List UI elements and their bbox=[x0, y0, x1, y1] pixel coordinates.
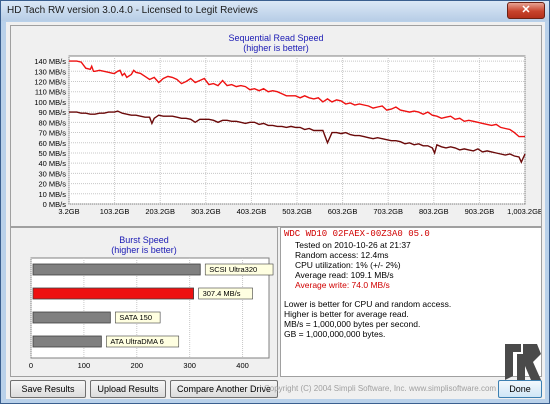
app-window: HD Tach RW version 3.0.4.0 - Licensed to… bbox=[0, 0, 550, 404]
compare-another-drive-button[interactable]: Compare Another Drive bbox=[170, 380, 278, 398]
burst-x-tick-label: 300 bbox=[183, 361, 196, 370]
seq-y-tick-label: 10 MB/s bbox=[38, 190, 66, 199]
tested-date: Tested on 2010-10-26 at 21:37 bbox=[295, 240, 411, 250]
seq-y-tick-label: 130 MB/s bbox=[34, 67, 66, 76]
burst-x-tick-label: 200 bbox=[131, 361, 144, 370]
seq-y-tick-label: 70 MB/s bbox=[38, 129, 66, 138]
cpu-utilization: CPU utilization: 1% (+/- 2%) bbox=[295, 260, 401, 270]
seq-y-tick-label: 20 MB/s bbox=[38, 180, 66, 189]
burst-x-tick-label: 400 bbox=[236, 361, 249, 370]
burst-bar bbox=[32, 287, 194, 300]
seq-y-tick-label: 80 MB/s bbox=[38, 118, 66, 127]
burst-bar-label: SCSI Ultra320 bbox=[209, 265, 257, 274]
seq-y-tick-label: 60 MB/s bbox=[38, 139, 66, 148]
seq-y-tick-label: 50 MB/s bbox=[38, 149, 66, 158]
seq-x-tick-label: 603.2GB bbox=[328, 207, 358, 216]
client-area: Sequential Read Speed (higher is better)… bbox=[6, 22, 545, 399]
seq-x-tick-label: 303.2GB bbox=[191, 207, 221, 216]
seq-x-tick-label: 203.2GB bbox=[145, 207, 175, 216]
drive-model: WDC WD10 02FAEX-00Z3A0 05.0 bbox=[284, 229, 430, 239]
random-access: Random access: 12.4ms bbox=[295, 250, 389, 260]
seq-x-tick-label: 503.2GB bbox=[282, 207, 312, 216]
burst-bar bbox=[32, 311, 111, 324]
seq-y-tick-label: 110 MB/s bbox=[35, 88, 66, 97]
burst-bar bbox=[32, 263, 201, 276]
burst-x-tick-label: 0 bbox=[29, 361, 33, 370]
legit-reviews-logo bbox=[505, 344, 541, 380]
seq-y-tick-label: 120 MB/s bbox=[34, 78, 66, 87]
average-read: Average read: 109.1 MB/s bbox=[295, 270, 394, 280]
copyright-text: Copyright (C) 2004 Simpli Software, Inc.… bbox=[264, 384, 497, 393]
burst-bar-label: SATA 150 bbox=[119, 313, 152, 322]
seq-x-tick-label: 1,003.2GB bbox=[507, 207, 541, 216]
note-higher-better: Higher is better for average read. bbox=[284, 309, 409, 319]
seq-x-tick-label: 403.2GB bbox=[237, 207, 267, 216]
burst-speed-chart: 0 100 200 300 400 SCSI Ultra320 307.4 MB/s SATA… bbox=[29, 257, 274, 370]
average-write: Average write: 74.0 MB/s bbox=[295, 280, 390, 290]
burst-bar-label: ATA UltraDMA 6 bbox=[110, 337, 164, 346]
burst-bar-label: 307.4 MB/s bbox=[203, 289, 241, 298]
save-results-button[interactable]: Save Results bbox=[10, 380, 86, 398]
burst-x-tick-label: 100 bbox=[78, 361, 91, 370]
close-button[interactable]: ✕ bbox=[507, 2, 545, 19]
seq-y-tick-label: 140 MB/s bbox=[34, 57, 66, 66]
seq-x-tick-label: 903.2GB bbox=[465, 207, 495, 216]
note-mbs-definition: MB/s = 1,000,000 bytes per second. bbox=[284, 319, 421, 329]
seq-y-tick-label: 30 MB/s bbox=[38, 169, 66, 178]
seq-x-tick-label: 3.2GB bbox=[58, 207, 79, 216]
window-title: HD Tach RW version 3.0.4.0 - Licensed to… bbox=[7, 5, 258, 16]
seq-x-tick-label: 103.2GB bbox=[100, 207, 130, 216]
seq-x-tick-label: 703.2GB bbox=[373, 207, 403, 216]
seq-y-tick-label: 100 MB/s bbox=[34, 98, 66, 107]
seq-x-tick-label: 803.2GB bbox=[419, 207, 449, 216]
note-lower-better: Lower is better for CPU and random acces… bbox=[284, 299, 452, 309]
seq-y-tick-label: 40 MB/s bbox=[38, 159, 66, 168]
done-button[interactable]: Done bbox=[498, 380, 542, 398]
sequential-read-chart: 140 MB/s130 MB/s 120 MB/s110 MB/s100 MB/s… bbox=[34, 55, 541, 216]
sequential-read-panel: Sequential Read Speed (higher is better)… bbox=[10, 25, 542, 227]
note-gb-definition: GB = 1,000,000,000 bytes. bbox=[284, 329, 386, 339]
title-bar[interactable]: HD Tach RW version 3.0.4.0 - Licensed to… bbox=[1, 1, 549, 21]
seq-y-tick-label: 90 MB/s bbox=[38, 108, 66, 117]
burst-speed-panel: Burst Speed (higher is better) 0 100 200 30… bbox=[10, 227, 278, 377]
burst-bar bbox=[32, 335, 102, 348]
upload-results-button[interactable]: Upload Results bbox=[90, 380, 166, 398]
